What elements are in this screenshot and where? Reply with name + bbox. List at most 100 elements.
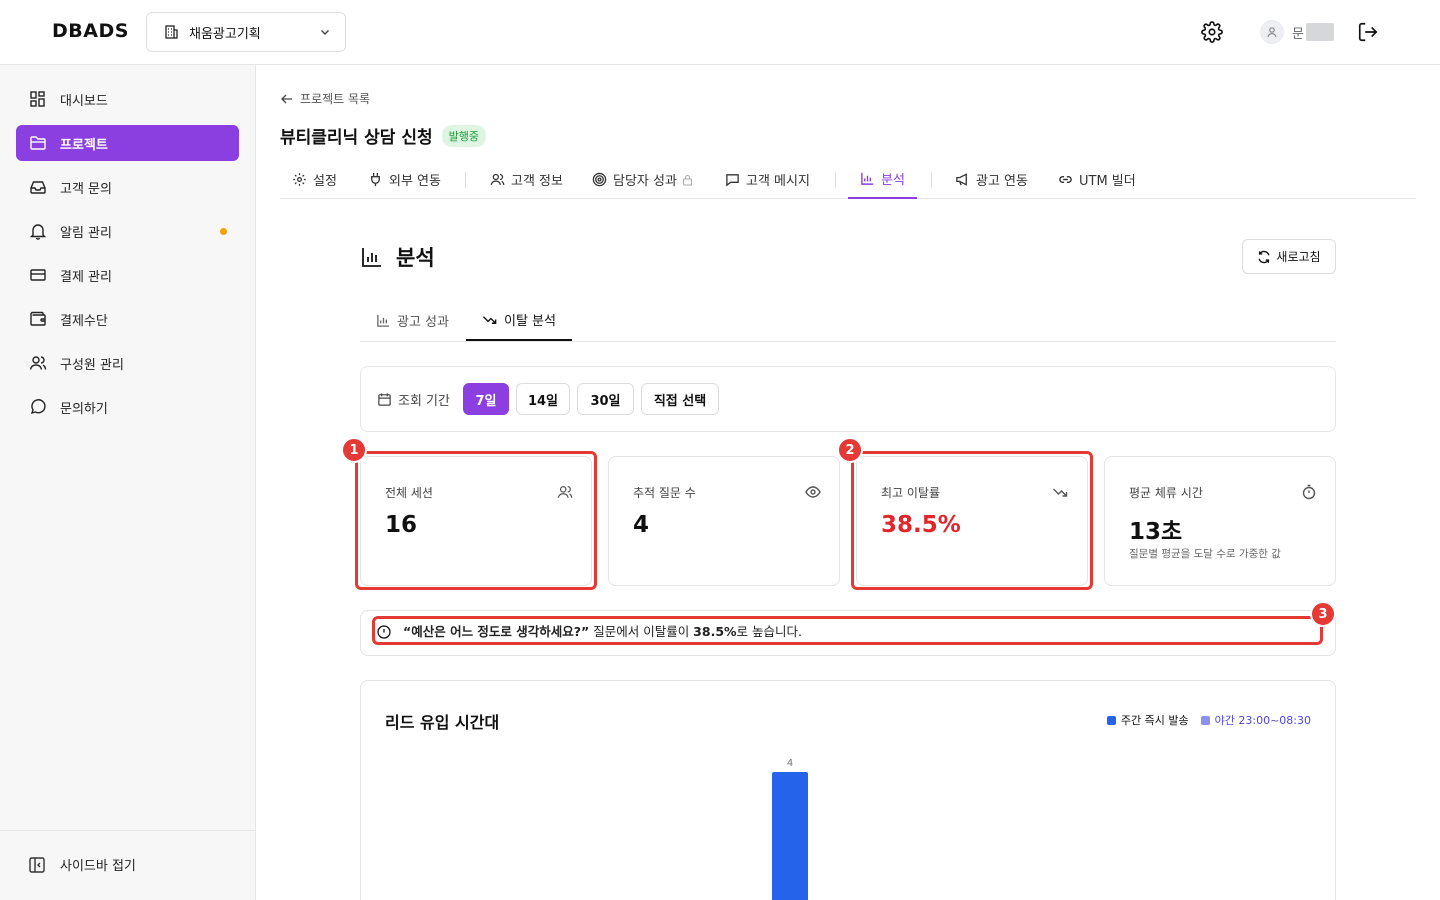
project-select-value: 채움광고기획: [189, 26, 261, 42]
period-7d-button[interactable]: 7일: [463, 383, 509, 415]
card-value: 38.5%: [881, 512, 961, 538]
subtab-label: 이탈 분석: [504, 314, 556, 329]
tab-label: 분석: [881, 173, 905, 188]
legend-item-day[interactable]: 주간 즉시 발송: [1106, 712, 1189, 728]
sidebar-item-notifications[interactable]: 알림 관리: [16, 213, 239, 249]
period-14d-button[interactable]: 14일: [516, 383, 570, 415]
card-subtext: 질문별 평균을 도달 수로 가중한 값: [1129, 548, 1281, 560]
section-header: 분석: [360, 242, 435, 272]
timer-icon: [1301, 484, 1317, 500]
sidebar-item-billing[interactable]: 결제 관리: [16, 257, 239, 293]
tab-label: 광고 연동: [976, 174, 1028, 189]
tab-agent-performance[interactable]: 담당자 성과: [592, 160, 699, 199]
legend-swatch: [1200, 715, 1210, 725]
tab-customer-messages[interactable]: 고객 메시지: [725, 160, 810, 199]
target-icon: [592, 172, 613, 187]
sidebar-item-dashboard[interactable]: 대시보드: [16, 81, 239, 117]
card-value: 13초: [1129, 519, 1183, 545]
insight-end: 로 높습니다.: [736, 624, 802, 639]
annotation-badge-2: 2: [837, 437, 863, 463]
subtab-label: 광고 성과: [397, 315, 449, 330]
tab-customer-info[interactable]: 고객 정보: [490, 160, 563, 199]
bar-chart-icon: [360, 245, 384, 269]
user-name: 문: [1292, 26, 1304, 42]
period-label-text: 조회 기간: [398, 394, 450, 409]
insight-question: “예산은 어느 정도로 생각하세요?”: [403, 624, 590, 639]
subtab-churn-analysis[interactable]: 이탈 분석: [466, 300, 572, 341]
megaphone-icon: [955, 172, 976, 187]
annotation-badge-1: 1: [341, 437, 367, 463]
back-label: 프로젝트 목록: [300, 92, 371, 106]
insight-text: “예산은 어느 정도로 생각하세요?” 질문에서 이탈률이 38.5%로 높습니…: [403, 621, 802, 640]
period-label: 조회 기간: [377, 390, 450, 409]
sidebar-item-payment-methods[interactable]: 결제수단: [16, 301, 239, 337]
card-title: 평균 체류 시간: [1129, 486, 1203, 500]
users-icon: [490, 172, 511, 187]
card-max-churn-rate: 최고 이탈률 38.5%: [856, 456, 1088, 586]
alert-circle-icon: [377, 622, 403, 639]
chart-legend: 주간 즉시 발송 야간 23:00~08:30: [1095, 712, 1311, 728]
legend-item-night[interactable]: 야간 23:00~08:30: [1200, 712, 1311, 728]
project-select[interactable]: 채움광고기획: [146, 12, 346, 52]
tab-analytics[interactable]: 분석: [848, 160, 917, 199]
sidebar-item-members[interactable]: 구성원 관리: [16, 345, 239, 381]
refresh-button[interactable]: 새로고침: [1242, 239, 1336, 274]
status-badge: 발행중: [441, 124, 486, 147]
tab-utm-builder[interactable]: UTM 빌더: [1058, 160, 1136, 199]
tab-divider: [931, 172, 932, 188]
tab-integrations[interactable]: 외부 연동: [368, 160, 441, 199]
user-menu[interactable]: 문: [1260, 20, 1334, 44]
back-to-projects-link[interactable]: 프로젝트 목록: [280, 90, 370, 107]
folder-icon: [28, 133, 48, 153]
project-tabs: 설정 외부 연동 고객 정보 담당자 성과 고객 메시지 분석 광고 연동 UT…: [280, 160, 1416, 199]
insight-mid: 질문에서 이탈률이: [589, 624, 694, 639]
card-tracked-questions: 추적 질문 수 4: [608, 456, 840, 586]
period-custom-button[interactable]: 직접 선택: [641, 383, 719, 415]
section-title: 분석: [396, 246, 435, 270]
chevron-down-icon: [319, 26, 331, 38]
card-total-sessions: 전체 세션 16: [360, 456, 592, 586]
arrow-left-icon: [280, 92, 300, 106]
card-value: 16: [385, 512, 418, 538]
tab-label: 설정: [313, 174, 337, 189]
users-icon: [28, 353, 48, 373]
top-header: DBADS 채움광고기획 문: [0, 0, 1440, 65]
settings-gear-icon[interactable]: [1201, 21, 1223, 43]
avatar: [1260, 20, 1284, 44]
bar-value-label: 4: [787, 758, 793, 769]
card-title: 최고 이탈률: [881, 486, 941, 500]
sidebar-collapse-button[interactable]: 사이드바 접기: [28, 855, 136, 874]
chart-bar[interactable]: [772, 772, 808, 900]
sidebar-item-projects[interactable]: 프로젝트: [16, 125, 239, 161]
tab-ad-integration[interactable]: 광고 연동: [955, 160, 1028, 199]
sidebar-item-contact[interactable]: 문의하기: [16, 389, 239, 425]
refresh-icon: [1257, 250, 1276, 264]
tab-settings[interactable]: 설정: [292, 160, 337, 199]
card-title: 전체 세션: [385, 486, 433, 500]
tab-divider: [835, 172, 836, 188]
tab-divider: [465, 172, 466, 188]
sidebar-item-inquiries[interactable]: 고객 문의: [16, 169, 239, 205]
message-icon: [725, 172, 746, 187]
wallet-icon: [28, 309, 48, 329]
app-logo[interactable]: DBADS: [52, 20, 129, 42]
sidebar-collapse-icon: [28, 856, 46, 874]
annotation-badge-3: 3: [1310, 601, 1336, 627]
logout-icon[interactable]: [1357, 21, 1379, 43]
chart-title: 리드 유입 시간대: [385, 713, 500, 732]
period-30d-button[interactable]: 30일: [577, 383, 634, 415]
period-filter: 조회 기간 7일 14일 30일 직접 선택: [360, 366, 1336, 432]
insight-content: “예산은 어느 정도로 생각하세요?” 질문에서 이탈률이 38.5%로 높습니…: [377, 621, 802, 640]
bar-chart-icon: [376, 313, 397, 328]
sidebar-nav: 대시보드 프로젝트 고객 문의 알림 관리 결제 관리 결제수단 구성원 관리: [16, 81, 239, 433]
legend-label: 주간 즉시 발송: [1120, 714, 1189, 727]
analytics-subtabs: 광고 성과 이탈 분석: [360, 300, 1336, 342]
sidebar-collapse-label: 사이드바 접기: [60, 859, 136, 874]
sidebar-item-label: 고객 문의: [60, 181, 112, 197]
link-icon: [1058, 172, 1079, 187]
legend-swatch: [1106, 715, 1116, 725]
subtab-ad-performance[interactable]: 광고 성과: [376, 300, 449, 341]
legend-label: 야간 23:00~08:30: [1214, 714, 1311, 727]
users-icon: [557, 484, 573, 500]
notification-dot: [220, 228, 227, 235]
